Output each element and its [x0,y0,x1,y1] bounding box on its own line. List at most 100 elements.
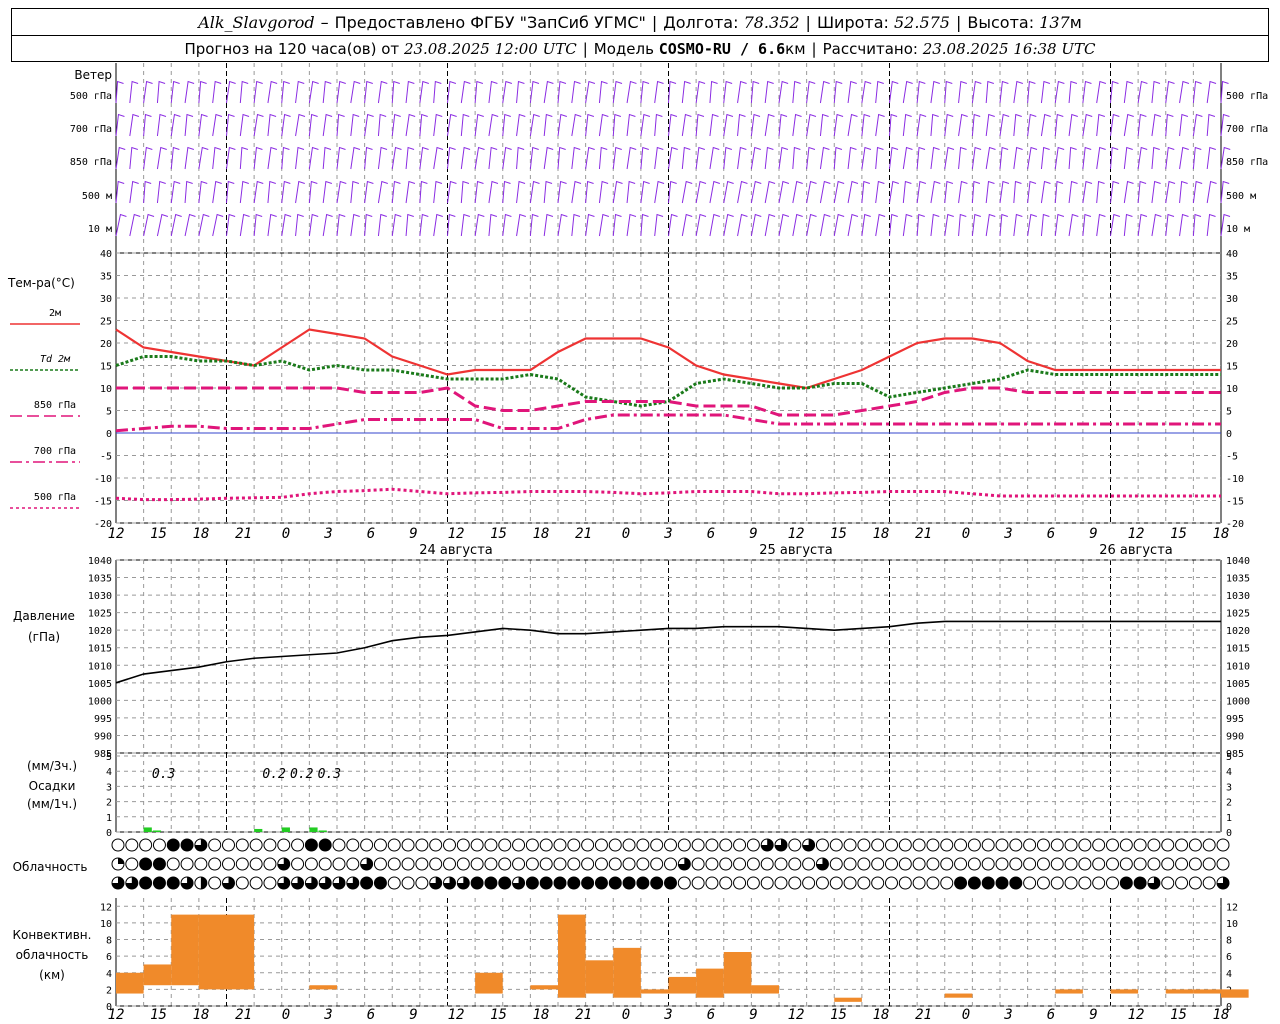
cloud-symbol [1119,838,1133,852]
wind-barb [1165,80,1175,104]
wind-barb [419,113,428,137]
wind-barb [999,80,1009,104]
conv-bar [143,964,172,986]
cloud-symbol [222,838,235,852]
cloud-symbol-fill [118,858,124,864]
cloud-symbol [746,838,760,852]
cloud-symbol [125,857,139,871]
hour-tick-label: 15 [490,526,507,542]
wind-barb [612,213,622,237]
cloud-symbol [346,838,360,852]
wind-barb [1013,180,1022,204]
conv-bar [613,947,641,998]
wind-barb [488,146,498,170]
wind-barb [364,180,374,204]
wind-barb [516,80,525,104]
wind-barb [308,180,318,204]
wind-barb [170,146,180,170]
cloud-symbol [594,857,608,871]
wind-barb [709,180,720,204]
pres-title: Давление [13,609,75,623]
cloud-symbol [470,838,484,852]
wind-barb [585,213,595,237]
wind-barb [1040,80,1051,104]
wind-barb [1082,180,1093,204]
wind-barb [806,113,817,137]
cloud-symbol [1147,838,1161,852]
wind-barb [1013,80,1024,104]
wind-barb [1096,180,1105,204]
wind-barb [1179,113,1189,137]
wind-barb [1165,146,1175,170]
wind-barb [833,80,843,104]
cloud-symbol [829,838,843,852]
prec-tick-left: 2 [106,798,112,809]
wind-barb [516,113,526,137]
wind-barb [654,113,663,137]
cloud-symbol [125,838,139,852]
cloud-symbol [525,876,539,890]
wind-barb [1110,80,1119,104]
wind-barb [405,180,416,204]
conv-bar [558,914,586,998]
cloud-symbol [622,876,636,890]
cloud-symbol [594,876,608,890]
cloud-symbol [981,857,995,871]
wind-barb [295,146,305,170]
wind-barb [377,113,387,137]
prec-tick-right: 1 [1226,813,1232,824]
pres-tick-left: 1020 [88,626,112,637]
wind-barb [419,80,429,104]
wind-barb [916,113,927,137]
prec-title: Осадки [29,779,76,793]
cloud-symbol [608,838,622,852]
cloud-symbol [802,857,816,871]
wind-barb [695,146,705,170]
wind-barb [433,213,443,237]
wind-barb [281,80,290,104]
wind-barb [184,146,195,170]
cloud-symbol [705,876,719,890]
wind-barb [1027,113,1037,137]
cloud-symbol [1119,857,1133,871]
cloud-symbol [512,857,526,871]
wind-barb [474,113,484,137]
cloud-symbol [898,876,912,890]
wind-barb [902,146,913,170]
wind-barb [695,180,707,204]
wind-level-label-right: 500 м [1226,191,1256,202]
temp-tick-right: 0 [1226,429,1232,440]
cloud-symbol [871,838,885,852]
wind-title: Ветер [74,68,112,82]
wind-barb [405,213,414,237]
wind-barb [170,213,182,237]
conv-bar [530,985,558,990]
cloud-symbol [1009,838,1023,852]
cloud-symbol [1216,838,1230,852]
conv-bar [723,952,752,994]
cloud-symbol [332,838,346,852]
cloud-symbol [401,838,415,852]
wind-barb [226,213,236,237]
cloud-symbol [995,876,1009,890]
cloud-symbol [470,857,484,871]
cloud-symbol [263,857,277,871]
cloud-symbol [1106,857,1119,871]
hour-tick-label-bottom: 0 [282,1007,290,1023]
temp-title: Тем-ра(°С) [7,276,75,290]
wind-barb [847,146,857,170]
cloud-symbol [456,838,470,852]
wind-barb [212,180,222,204]
temp-tick-left: 0 [106,429,112,440]
wind-barb [184,113,194,137]
cloud-symbol [677,838,691,852]
cloud-symbol [1064,857,1078,871]
prec-tick-left: 3 [106,782,112,793]
wind-barb [391,80,400,104]
cloud-symbol [1064,876,1078,890]
cloud-symbol [1133,876,1147,890]
cloud-symbol [373,876,387,890]
wind-barb [488,80,498,104]
hour-tick-label-bottom: 12 [448,1007,465,1023]
pres-tick-right: 1010 [1226,661,1250,672]
